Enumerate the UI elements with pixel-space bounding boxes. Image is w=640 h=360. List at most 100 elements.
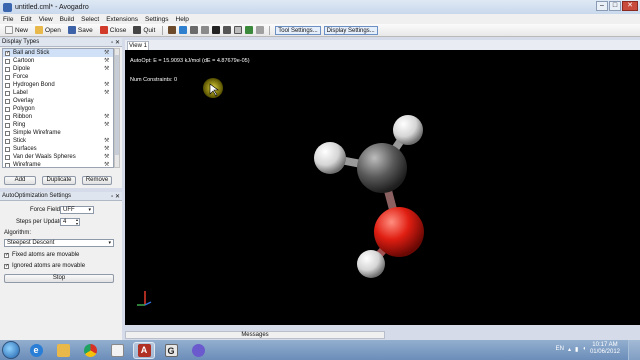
spin-arrows-icon[interactable]: ▴ ▾	[76, 218, 78, 226]
navigate-tool-icon[interactable]	[179, 26, 188, 34]
taskbar-notepad[interactable]	[106, 342, 128, 359]
checkbox-box[interactable]: ✓	[5, 50, 10, 56]
hydrogen-atom-3[interactable]	[357, 250, 385, 278]
algorithm-select[interactable]: Steepest Descent ▾	[4, 239, 114, 247]
wrench-icon[interactable]: ⚒	[104, 58, 111, 64]
checkbox-box[interactable]	[5, 58, 10, 64]
manipulate-tool-icon[interactable]	[201, 26, 210, 34]
clock[interactable]: 10:17 AM 01/06/2012	[590, 342, 620, 356]
rotate-tool-icon[interactable]	[223, 26, 232, 34]
maximize-button[interactable]: □	[609, 1, 621, 11]
bond-centric-tool-icon[interactable]	[190, 26, 199, 34]
display-type-item[interactable]: Label ⚒	[3, 89, 113, 97]
display-type-item[interactable]: Cartoon ⚒	[3, 57, 113, 65]
carbon-atom[interactable]	[357, 143, 407, 193]
molecule-viewport[interactable]: AutoOpt: E = 15.9093 kJ/mol (dE = 4.8767…	[125, 50, 640, 325]
display-type-item[interactable]: ✓ Ball and Stick ⚒	[3, 49, 113, 57]
checkbox-box[interactable]	[5, 90, 10, 96]
language-indicator[interactable]: EN	[556, 346, 564, 352]
add-button[interactable]: Add	[4, 176, 36, 185]
ignored-atoms-checkbox[interactable]: ✓ Ignored atoms are movable	[4, 263, 85, 269]
close-window-button[interactable]: ✕	[622, 1, 638, 11]
open-button[interactable]: Open	[33, 26, 63, 34]
select-tool-icon[interactable]	[212, 26, 221, 34]
taskbar-app-g[interactable]: G	[160, 342, 182, 359]
checkbox-box[interactable]	[5, 82, 10, 88]
panel-float-close-icon[interactable]: ▫ ✕	[111, 193, 120, 200]
save-button[interactable]: Save	[66, 26, 95, 34]
hydrogen-atom-1[interactable]	[393, 115, 423, 145]
show-desktop-button[interactable]	[628, 340, 640, 360]
checkbox-box[interactable]	[5, 146, 10, 152]
display-settings-button[interactable]: Display Settings...	[323, 25, 378, 35]
menu-view[interactable]: View	[39, 16, 53, 23]
tray-arrow-icon[interactable]: ▴	[568, 346, 571, 353]
display-type-item[interactable]: Hydrogen Bond ⚒	[3, 81, 113, 89]
checkbox-box[interactable]	[5, 106, 10, 112]
wrench-icon[interactable]: ⚒	[104, 82, 111, 88]
steps-spinbox[interactable]: 4 ▴ ▾	[60, 218, 80, 226]
minimize-button[interactable]: –	[596, 1, 608, 11]
wrench-icon[interactable]: ⚒	[104, 90, 111, 96]
display-type-item[interactable]: Van der Waals Spheres ⚒	[3, 153, 113, 161]
align-tool-icon[interactable]	[256, 26, 265, 34]
network-icon[interactable]: ▮	[575, 346, 578, 353]
wrench-icon[interactable]: ⚒	[104, 154, 111, 160]
wrench-icon[interactable]: ⚒	[104, 122, 111, 128]
taskbar-ie[interactable]: e	[25, 342, 47, 359]
display-type-item[interactable]: Overlay	[3, 97, 113, 105]
taskbar-explorer[interactable]	[52, 342, 74, 359]
remove-button[interactable]: Remove	[82, 176, 112, 185]
wrench-icon[interactable]: ⚒	[104, 114, 111, 120]
wrench-icon[interactable]: ⚒	[104, 66, 111, 72]
panel-float-close-icon[interactable]: ▫ ✕	[111, 39, 120, 46]
new-button[interactable]: New	[3, 26, 30, 34]
display-type-item[interactable]: Surfaces ⚒	[3, 145, 113, 153]
volume-icon[interactable]: ◖	[582, 346, 586, 352]
wrench-icon[interactable]: ⚒	[104, 138, 111, 144]
checkbox-box[interactable]	[5, 98, 10, 104]
menu-file[interactable]: File	[3, 16, 13, 23]
checkbox-box[interactable]	[5, 162, 10, 167]
menu-help[interactable]: Help	[176, 16, 189, 23]
messages-tab[interactable]: Messages	[125, 331, 385, 339]
checkbox-box[interactable]	[5, 114, 10, 120]
display-type-item[interactable]: Ribbon ⚒	[3, 113, 113, 121]
checkbox-box[interactable]	[5, 138, 10, 144]
display-type-item[interactable]: Ring ⚒	[3, 121, 113, 129]
autoopt-tool-icon[interactable]	[245, 26, 254, 34]
duplicate-button[interactable]: Duplicate	[42, 176, 76, 185]
tab-view-1[interactable]: View 1	[127, 41, 149, 50]
menu-build[interactable]: Build	[60, 16, 74, 23]
taskbar-avogadro[interactable]: A	[133, 341, 155, 359]
measure-tool-icon[interactable]	[234, 26, 243, 34]
checkbox-box[interactable]	[5, 74, 10, 80]
display-type-item[interactable]: Wireframe ⚒	[3, 161, 113, 167]
wrench-icon[interactable]: ⚒	[104, 162, 111, 167]
hydrogen-atom-2[interactable]	[314, 142, 346, 174]
wrench-icon[interactable]: ⚒	[104, 50, 111, 56]
tool-settings-button[interactable]: Tool Settings...	[275, 25, 321, 35]
molecule-render[interactable]	[125, 50, 640, 325]
taskbar-recorder[interactable]	[187, 342, 209, 359]
checkbox-box[interactable]	[5, 154, 10, 160]
close-button[interactable]: Close	[98, 26, 129, 34]
quit-button[interactable]: Quit	[131, 26, 157, 34]
wrench-icon[interactable]: ⚒	[104, 146, 111, 152]
display-type-item[interactable]: Stick ⚒	[3, 137, 113, 145]
force-field-select[interactable]: UFF ▾	[60, 206, 94, 214]
oxygen-atom[interactable]	[374, 207, 424, 257]
draw-tool-icon[interactable]	[168, 26, 177, 34]
display-types-scrollbar[interactable]	[114, 48, 120, 168]
display-type-item[interactable]: Dipole ⚒	[3, 65, 113, 73]
display-type-item[interactable]: Simple Wireframe	[3, 129, 113, 137]
display-types-list[interactable]: ✓ Ball and Stick ⚒ Cartoon ⚒ Dipole ⚒ Force Hydr…	[2, 48, 114, 168]
menu-select[interactable]: Select	[81, 16, 99, 23]
stop-button[interactable]: Stop	[4, 274, 114, 283]
menu-edit[interactable]: Edit	[20, 16, 31, 23]
checkbox-box[interactable]	[5, 130, 10, 136]
display-type-item[interactable]: Polygon	[3, 105, 113, 113]
fixed-atoms-checkbox[interactable]: ✓ Fixed atoms are movable	[4, 252, 79, 258]
menu-settings[interactable]: Settings	[145, 16, 169, 23]
start-button[interactable]	[2, 341, 20, 359]
